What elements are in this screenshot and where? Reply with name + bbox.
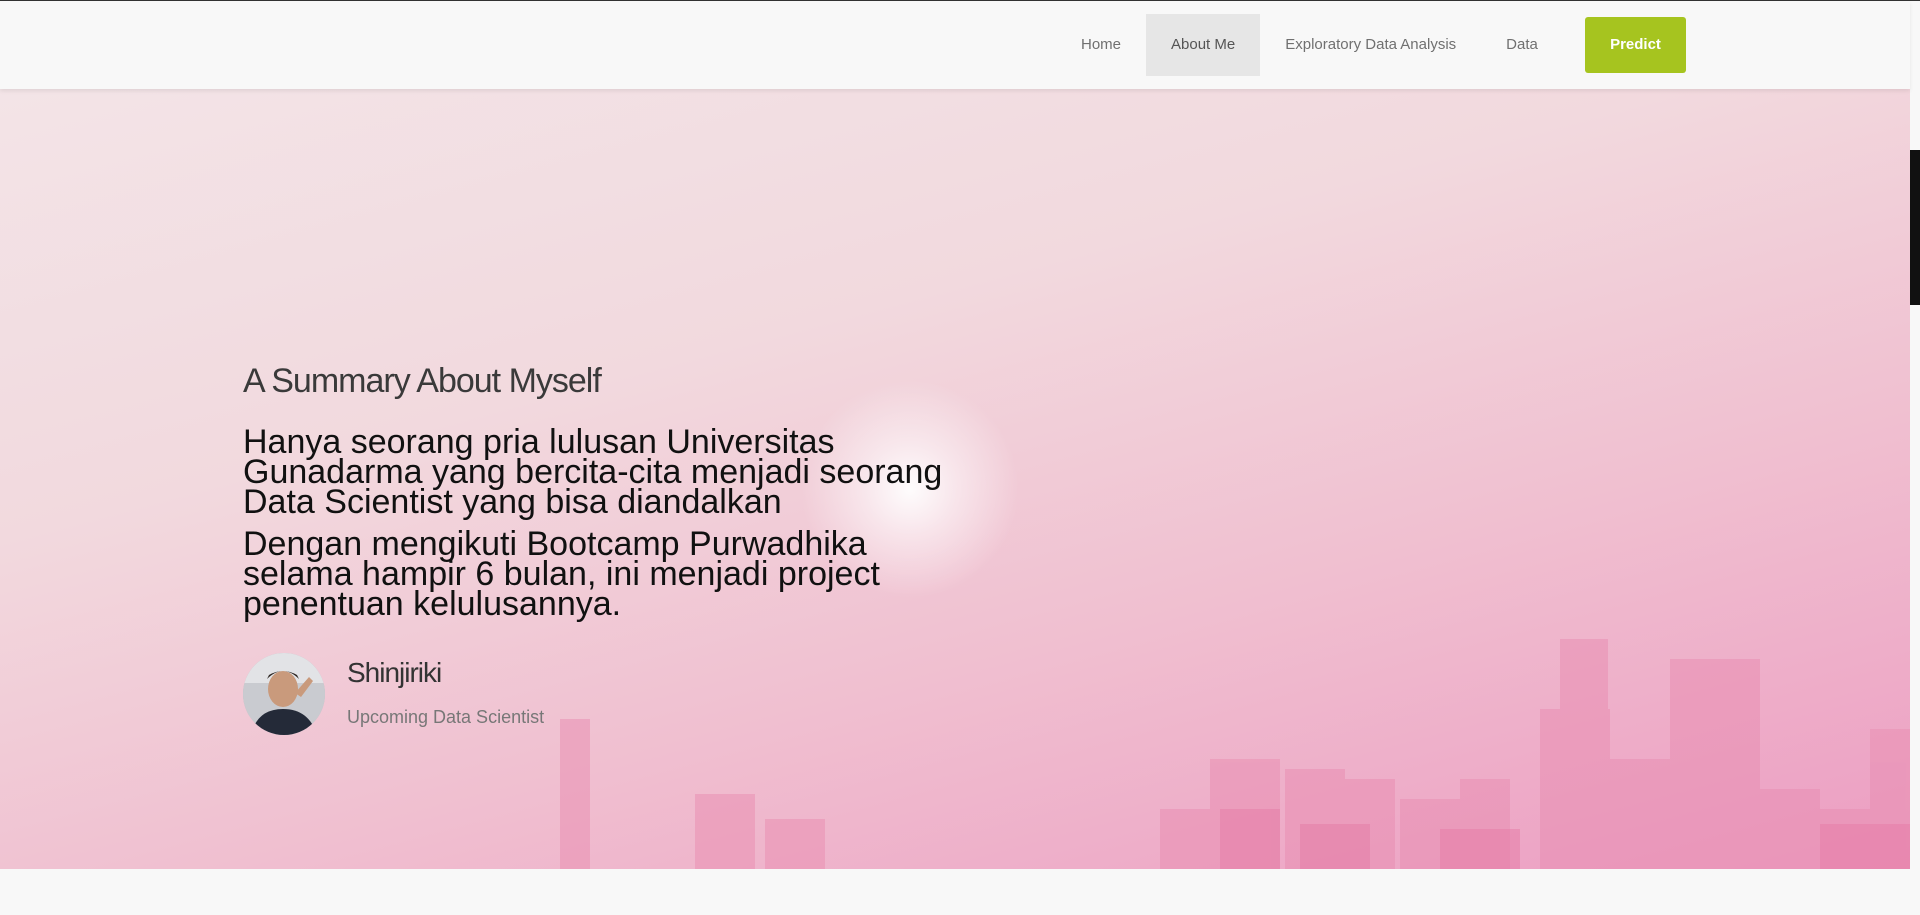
profile-text: Shinjiriki Upcoming Data Scientist	[347, 653, 544, 728]
scrollbar-thumb[interactable]	[1910, 150, 1920, 305]
predict-button[interactable]: Predict	[1585, 17, 1686, 73]
section-title: A Summary About Myself	[243, 362, 602, 400]
profile-name: Shinjiriki	[347, 657, 442, 688]
hero-section: A Summary About Myself Hanya seorang pri…	[0, 89, 1910, 869]
about-paragraph-1: Hanya seorang pria lulusan Universitas G…	[243, 423, 943, 521]
top-navbar: Home About Me Exploratory Data Analysis …	[0, 1, 1910, 89]
avatar	[243, 653, 325, 735]
nav-item-eda[interactable]: Exploratory Data Analysis	[1260, 14, 1481, 76]
nav-item-data[interactable]: Data	[1481, 14, 1563, 76]
nav-menu: Home About Me Exploratory Data Analysis …	[1056, 14, 1563, 76]
nav-item-home[interactable]: Home	[1056, 14, 1146, 76]
profile-card: Shinjiriki Upcoming Data Scientist	[243, 653, 943, 735]
profile-role: Upcoming Data Scientist	[347, 707, 545, 727]
about-content: A Summary About Myself Hanya seorang pri…	[243, 362, 943, 735]
nav-item-about-me[interactable]: About Me	[1146, 14, 1261, 76]
footer-bar	[0, 869, 1920, 915]
about-paragraph-2: Dengan mengikuti Bootcamp Purwadhika sel…	[243, 525, 880, 623]
